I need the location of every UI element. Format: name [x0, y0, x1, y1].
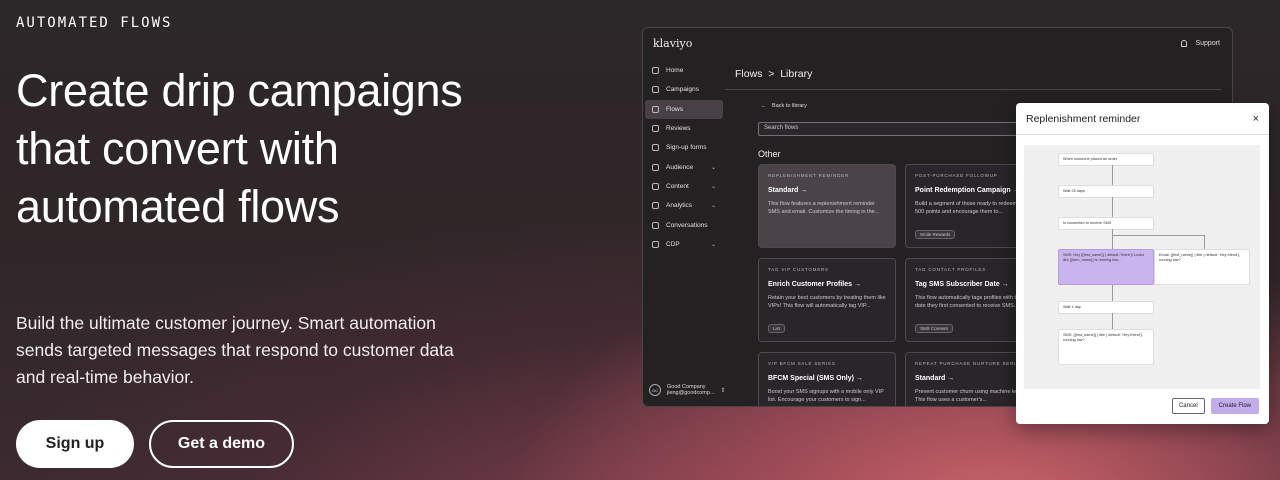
modal-title: Replenishment reminder — [1026, 112, 1141, 125]
card-title: BFCM Special (SMS Only) → — [768, 375, 863, 382]
sidebar-item-cdp[interactable]: CDP ⌄ — [645, 235, 723, 254]
brand-logo: klaviyo — [653, 36, 693, 50]
sidebar-item-home[interactable]: Home — [645, 61, 723, 80]
email-node[interactable]: Email: {{first_name}} | title | default:… — [1154, 249, 1250, 285]
chevron-down-icon: ⌄ — [710, 183, 716, 190]
app-topbar: klaviyo Support — [643, 28, 1232, 58]
chevron-down-icon: ⌄ — [710, 241, 716, 248]
sidebar-item-sign-up-forms[interactable]: Sign-up forms — [645, 138, 723, 157]
card-tag: TAG VIP CUSTOMERS — [768, 267, 829, 272]
create-flow-button[interactable]: Create Flow — [1210, 398, 1259, 414]
company-switcher[interactable]: GC Good Company jieng@goodcomp... ⇕ — [649, 384, 726, 396]
support-label: Support — [1195, 39, 1220, 47]
sidebar-item-label: Analytics — [666, 202, 693, 210]
sidebar-item-label: Content — [666, 182, 689, 190]
card-description: This flow features a replenishment remin… — [768, 201, 880, 215]
get-demo-button[interactable]: Get a demo — [149, 420, 294, 468]
connector — [1112, 235, 1204, 236]
card-badge: SMS Consent — [915, 324, 953, 333]
divider — [725, 89, 1222, 90]
sidebar-item-audience[interactable]: Audience ⌄ — [645, 157, 723, 176]
connector — [1112, 197, 1113, 217]
nav-icon — [652, 144, 659, 152]
search-input[interactable]: Search flows — [758, 122, 1028, 136]
connector — [1112, 285, 1113, 301]
sidebar-item-label: Sign-up forms — [666, 144, 707, 152]
hero-subtext: Build the ultimate customer journey. Sma… — [16, 313, 454, 387]
support-link[interactable]: Support — [1181, 39, 1220, 47]
back-link[interactable]: ← Back to library — [761, 103, 807, 109]
sidebar-item-flows[interactable]: Flows — [645, 99, 723, 119]
card-badge: Smile Rewards — [915, 230, 956, 239]
connector — [1112, 165, 1113, 185]
sidebar-item-label: Home — [666, 67, 684, 75]
sidebar-item-content[interactable]: Content ⌄ — [645, 177, 723, 196]
nav-icon — [652, 221, 659, 229]
flow-template-card[interactable]: TAG VIP CUSTOMERS Enrich Customer Profile… — [758, 258, 896, 342]
sidebar-item-label: Campaigns — [666, 86, 699, 94]
sidebar-item-campaigns[interactable]: Campaigns — [645, 80, 723, 99]
card-tag: REPLENISHMENT REMINDER — [768, 173, 850, 178]
company-email: jieng@goodcomp... — [667, 390, 715, 396]
arrow-left-icon: ← — [761, 103, 767, 109]
split-node[interactable]: Is consented to receive SMS — [1058, 217, 1154, 230]
nav-icon — [652, 125, 659, 133]
sidebar-item-label: Flows — [666, 105, 683, 113]
card-description: Retain your best customers by treating t… — [768, 295, 886, 309]
nav-icon — [652, 67, 659, 75]
sidebar-item-reviews[interactable]: Reviews — [645, 119, 723, 138]
sms-node[interactable]: SMS: Hey {{first_name}} | default: 'ther… — [1058, 249, 1154, 285]
flow-canvas: When someone placed an order Wait 25 day… — [1024, 145, 1260, 389]
bell-icon — [1181, 39, 1188, 47]
sms-node[interactable]: SMS: {{first_name}} | title | default: '… — [1058, 329, 1154, 365]
modal-header: Replenishment reminder × — [1016, 103, 1269, 135]
nav-icon — [652, 86, 659, 94]
eyebrow: AUTOMATED FLOWS — [16, 15, 173, 31]
card-title: Standard → — [768, 187, 808, 194]
nav-icon — [652, 182, 659, 190]
wait-node[interactable]: Wait 1 day — [1058, 301, 1154, 314]
connector — [1112, 313, 1113, 329]
wait-node[interactable]: Wait 25 days — [1058, 185, 1154, 198]
card-description: Boost your SMS signups with a mobile onl… — [768, 389, 884, 403]
avatar: GC — [649, 384, 661, 396]
sidebar-item-label: Audience — [666, 163, 694, 171]
connector — [1204, 235, 1205, 249]
section-heading: Other — [758, 149, 781, 159]
sidebar: Home Campaigns Flows Reviews Sign-up forms Au… — [643, 58, 726, 406]
card-badge: List — [768, 324, 786, 333]
flow-template-card[interactable]: VIP BFCM SALE SERIES BFCM Special (SMS On… — [758, 352, 896, 406]
nav-icon — [652, 163, 659, 171]
sidebar-item-analytics[interactable]: Analytics ⌄ — [645, 196, 723, 215]
flow-template-card[interactable]: REPLENISHMENT REMINDER Standard → This flo… — [758, 164, 896, 248]
chevron-down-icon: ⌄ — [710, 164, 716, 171]
nav-icon — [652, 240, 659, 248]
card-tag: VIP BFCM SALE SERIES — [768, 361, 836, 366]
close-icon[interactable]: × — [1253, 113, 1259, 125]
breadcrumb: Flows > Library — [735, 68, 813, 80]
card-title: Enrich Customer Profiles → — [768, 281, 861, 288]
sidebar-item-label: Reviews — [666, 125, 691, 133]
sign-up-button[interactable]: Sign up — [16, 420, 134, 468]
sidebar-item-label: CDP — [666, 240, 680, 248]
trigger-node[interactable]: When someone placed an order — [1058, 153, 1154, 166]
cancel-button[interactable]: Cancel — [1171, 398, 1205, 414]
flow-preview-modal: Replenishment reminder × When someone pl… — [1016, 103, 1269, 424]
sidebar-item-label: Conversations — [666, 221, 708, 229]
nav-icon — [652, 202, 659, 210]
connector — [1112, 229, 1113, 249]
chevron-down-icon: ⌄ — [710, 203, 716, 210]
nav-icon — [652, 105, 659, 113]
modal-footer: Cancel Create Flow — [1171, 398, 1259, 414]
page-title: Create drip campaigns that convert with … — [16, 65, 463, 232]
sidebar-item-conversations[interactable]: Conversations — [645, 215, 723, 234]
back-label: Back to library — [772, 103, 807, 109]
